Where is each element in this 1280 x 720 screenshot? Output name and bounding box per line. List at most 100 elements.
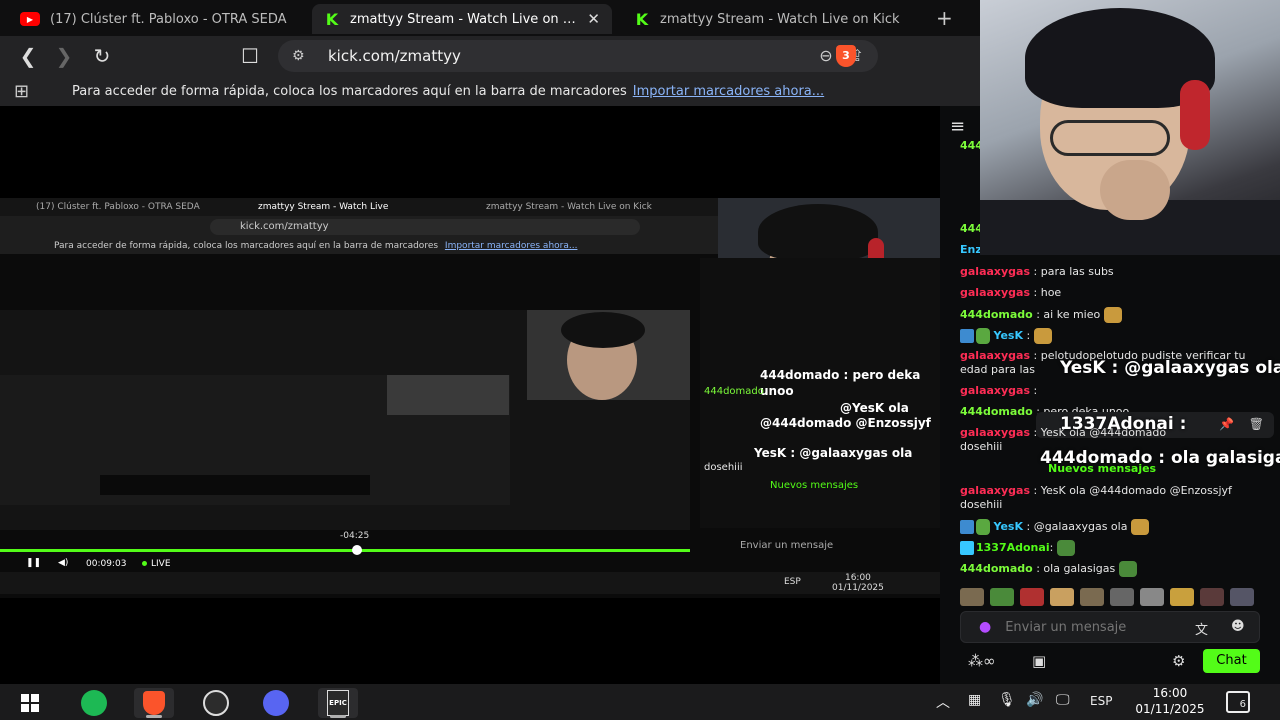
- nested-clock: 16:00 01/11/2025: [832, 573, 884, 593]
- stream-player[interactable]: (17) Clúster ft. Pabloxo - OTRA SEDA zma…: [0, 106, 940, 686]
- obs-app[interactable]: [196, 688, 236, 718]
- store-icon[interactable]: ▣: [1032, 652, 1046, 670]
- emote-picker-icon[interactable]: ●: [979, 619, 991, 635]
- speaker-icon[interactable]: 🔊: [1026, 692, 1043, 708]
- address-bar[interactable]: ⚙ kick.com/zmattyy ⊖ ⇪: [278, 40, 878, 72]
- emote-bar[interactable]: [960, 588, 1260, 608]
- nested-chat-line: 444domado: [704, 386, 764, 397]
- nested-clock-time: 16:00: [844, 573, 871, 583]
- apps-grid-icon[interactable]: ⊞: [14, 81, 38, 102]
- epic-games-app[interactable]: EPIC: [318, 688, 358, 718]
- pin-icon[interactable]: 📌: [1219, 417, 1234, 431]
- trash-icon[interactable]: 🗑: [1249, 417, 1264, 431]
- emote-icon: [1056, 540, 1075, 556]
- collapse-chat-icon[interactable]: ≡: [950, 116, 965, 137]
- windows-taskbar: EPIC ︿ ▦ 🎙 🔊 🖵 ESP 16:00 01/11/2025 6: [0, 684, 1280, 720]
- nested-webcam-2: [527, 310, 690, 400]
- brave-icon: [143, 691, 165, 715]
- nested-import-link: Importar marcadores ahora...: [444, 241, 578, 251]
- bookmarks-bar: ⊞ Para acceder de forma rápida, coloca l…: [0, 76, 980, 106]
- kick-icon: K: [635, 9, 649, 29]
- tray-app-icon[interactable]: ▦: [968, 692, 981, 708]
- live-indicator: LIVE: [142, 559, 171, 569]
- chat-message: 1337Adonai:: [960, 540, 1075, 556]
- chat-message: 444domado : ai ke mieo: [960, 307, 1122, 323]
- nested-chat-line: @444domado @Enzossjyf: [760, 416, 931, 430]
- url-text: kick.com/zmattyy: [328, 47, 461, 65]
- chat-message: YesK :: [960, 328, 1052, 344]
- tab-youtube[interactable]: ▶ (17) Clúster ft. Pabloxo - OTRA SEDA: [8, 4, 304, 34]
- forward-icon[interactable]: ❯: [52, 44, 76, 68]
- emote-icon: [1130, 519, 1149, 535]
- nested-tab: zmattyy Stream - Watch Live on Kick: [486, 202, 652, 212]
- zoom-icon[interactable]: ⊖: [819, 46, 832, 65]
- epic-games-icon: EPIC: [327, 690, 349, 716]
- volume-icon: ◀): [58, 558, 69, 568]
- reload-icon[interactable]: ↻: [90, 44, 114, 68]
- emote-icon: [1050, 588, 1074, 606]
- back-icon[interactable]: ❮: [16, 44, 40, 68]
- windows-logo-icon: [21, 694, 39, 712]
- notifications-icon[interactable]: 6: [1226, 691, 1250, 713]
- language-indicator[interactable]: ESP: [1090, 694, 1112, 708]
- taskbar-clock[interactable]: 16:00 01/11/2025: [1128, 685, 1212, 717]
- send-chat-button[interactable]: Chat: [1203, 649, 1260, 673]
- spotify-icon: [81, 690, 107, 716]
- frog-badge-icon: [976, 519, 990, 535]
- spotify-app[interactable]: [74, 688, 114, 718]
- emote-icon: [1020, 588, 1044, 606]
- emote-icon: [1140, 588, 1164, 606]
- discord-icon: [263, 690, 289, 716]
- emote-icon: [1080, 588, 1104, 606]
- nested-bookmarks: Para acceder de forma rápida, coloca los…: [0, 238, 718, 254]
- start-button[interactable]: [10, 688, 50, 718]
- tab-kick-active[interactable]: K zmattyy Stream - Watch Live on Kick ✕: [312, 4, 612, 34]
- clock-time: 16:00: [1152, 686, 1188, 700]
- nested-chat-line: YesK : @galaaxygas ola: [754, 446, 913, 460]
- chat-message-input[interactable]: [1005, 619, 1176, 635]
- emote-icon: [1103, 307, 1122, 323]
- nested-clock-date: 01/11/2025: [832, 583, 884, 593]
- chat-message: galaaxygas : YesK ola @444domado @Enzoss…: [960, 484, 1232, 497]
- new-tab-button[interactable]: +: [936, 6, 953, 30]
- streamer-webcam: [980, 0, 1280, 255]
- import-bookmarks-link[interactable]: Importar marcadores ahora...: [633, 84, 824, 99]
- points-icon[interactable]: ⁂∞: [968, 652, 996, 670]
- tab-title: zmattyy Stream - Watch Live on Kick: [350, 11, 580, 27]
- new-messages-divider[interactable]: Nuevos mensajes: [1048, 462, 1156, 475]
- nested-browser-capture: (17) Clúster ft. Pabloxo - OTRA SEDA zma…: [0, 198, 940, 598]
- emote-icon: [1118, 561, 1137, 577]
- discord-app[interactable]: [256, 688, 296, 718]
- verified-badge-icon: [960, 329, 974, 343]
- sub-badge-icon: [960, 541, 974, 555]
- emoji-icon[interactable]: ☻: [1231, 619, 1245, 634]
- nested-tab: (17) Clúster ft. Pabloxo - OTRA SEDA: [36, 202, 200, 212]
- chat-partial-line: Enz: [960, 243, 982, 256]
- nested-chat-line: unoo: [760, 384, 794, 398]
- network-icon[interactable]: 🖵: [1056, 692, 1070, 708]
- site-settings-icon[interactable]: ⚙: [292, 48, 312, 64]
- overlay-message-adonai: 1337Adonai :: [1060, 414, 1187, 434]
- close-tab-icon[interactable]: ✕: [587, 10, 600, 28]
- brave-shield-icon[interactable]: 3: [836, 45, 856, 67]
- nested-webcam-3: [387, 375, 509, 415]
- chat-message: dosehiii: [960, 498, 1003, 511]
- chat-message: galaaxygas : hoe: [960, 286, 1062, 299]
- microphone-icon[interactable]: 🎙: [998, 692, 1016, 708]
- chat-input-box[interactable]: ● 文 ☻: [960, 611, 1260, 643]
- nested-level-2: [0, 310, 690, 530]
- settings-gear-icon[interactable]: ⚙: [1172, 652, 1185, 670]
- nested-seek-handle: [351, 545, 362, 555]
- bookmark-icon[interactable]: ☐: [238, 44, 262, 68]
- chat-message: galaaxygas :: [960, 384, 1038, 397]
- bookmarks-hint: Para acceder de forma rápida, coloca los…: [72, 83, 627, 99]
- chevron-up-icon[interactable]: ︿: [936, 692, 950, 712]
- verified-badge-icon: [960, 520, 974, 534]
- nested-chat-line: @YesK ola: [840, 401, 909, 415]
- translate-icon[interactable]: 文: [1195, 619, 1208, 638]
- emote-icon: [1230, 588, 1254, 606]
- tab-kick[interactable]: K zmattyy Stream - Watch Live on Kick: [622, 4, 922, 34]
- youtube-icon: ▶: [20, 12, 40, 26]
- nested-toolbar: kick.com/zmattyy: [0, 216, 718, 238]
- brave-app[interactable]: [134, 688, 174, 718]
